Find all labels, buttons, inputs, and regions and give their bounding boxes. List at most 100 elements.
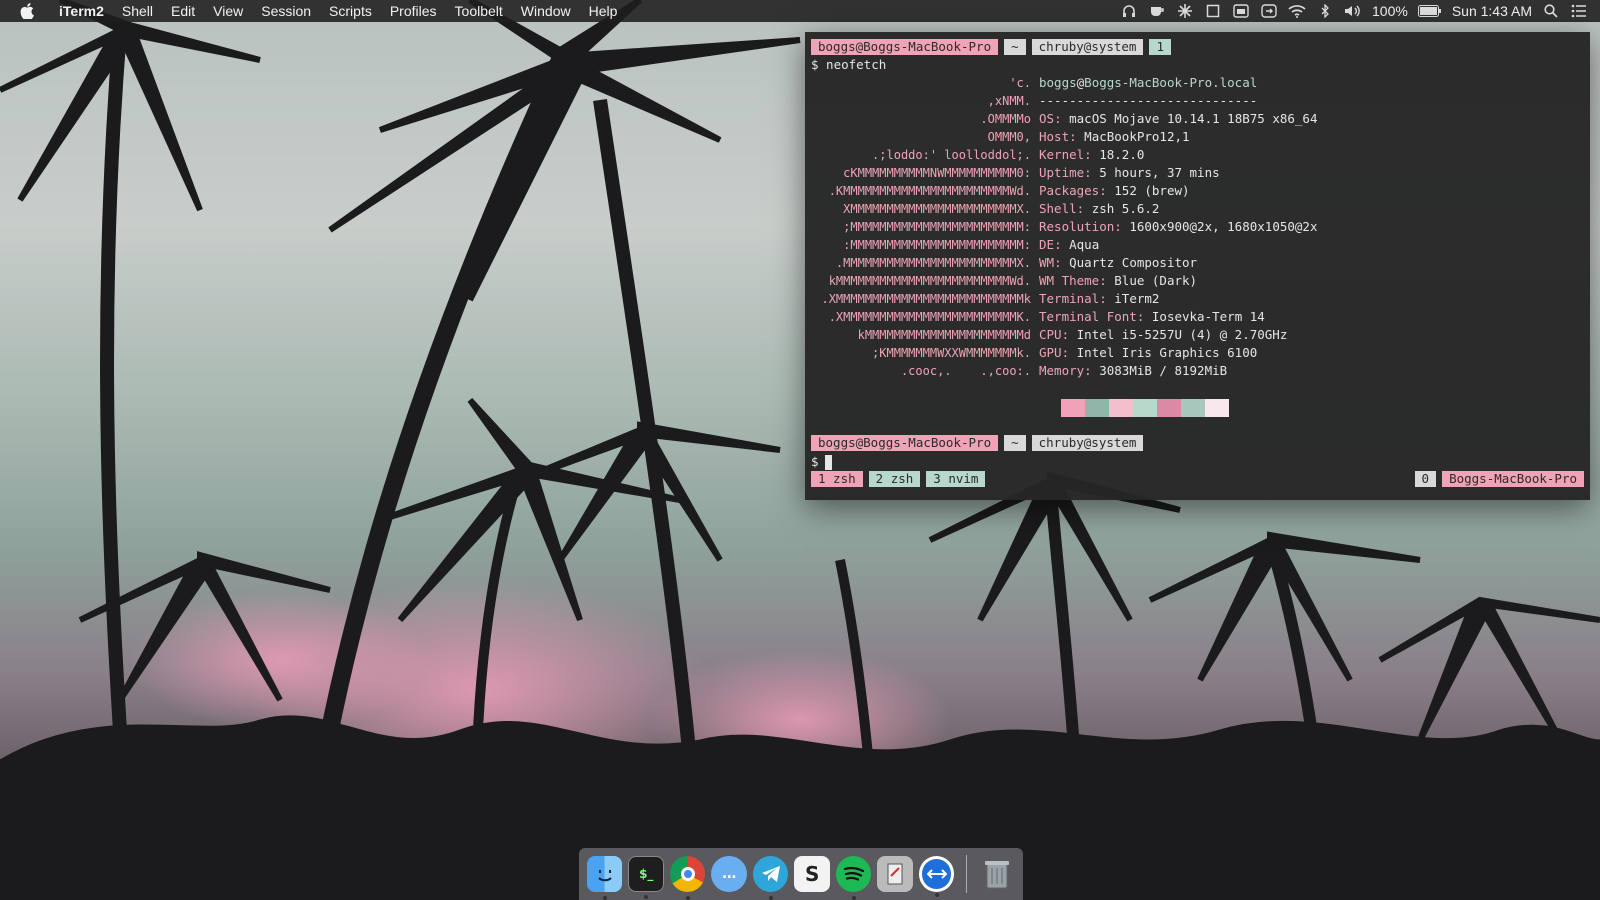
text-cursor	[824, 455, 832, 470]
apple-menu-icon[interactable]	[18, 0, 36, 22]
prompt-ruby: chruby@system	[1031, 38, 1144, 55]
info-colon: :	[1099, 273, 1115, 288]
info-key: DE	[1039, 237, 1055, 252]
menu-window[interactable]: Window	[512, 0, 580, 22]
prompt-dir-2: ~	[1004, 434, 1026, 451]
menu-shell[interactable]: Shell	[113, 0, 162, 22]
script-editor-icon[interactable]	[877, 856, 913, 892]
bluetooth-icon[interactable]	[1316, 4, 1334, 18]
cup-icon[interactable]	[1148, 4, 1166, 18]
iterm-window[interactable]: boggs@Boggs-MacBook-Pro ~ chruby@system …	[805, 32, 1590, 500]
info-value: Intel Iris Graphics 6100	[1076, 345, 1258, 360]
tmux-window-2[interactable]: 2 zsh	[868, 471, 921, 487]
info-colon: :	[1084, 147, 1100, 162]
palette-swatch	[1061, 399, 1085, 417]
info-value: Quartz Compositor	[1069, 255, 1198, 270]
palette-swatch	[1205, 399, 1229, 417]
menubar-clock[interactable]: Sun 1:43 AM	[1452, 3, 1532, 19]
info-value: Blue (Dark)	[1114, 273, 1198, 288]
ascii-logo-line: OMMM0,	[987, 130, 1031, 144]
menu-scripts[interactable]: Scripts	[320, 0, 381, 22]
teamviewer-icon[interactable]	[918, 856, 955, 897]
info-row: WM Theme: Blue (Dark)	[1039, 272, 1317, 290]
info-row: Terminal Font: Iosevka-Term 14	[1039, 308, 1317, 326]
spotlight-icon[interactable]	[1542, 4, 1560, 18]
info-user: boggs	[1039, 75, 1077, 90]
menu-session[interactable]: Session	[252, 0, 320, 22]
trash-icon[interactable]	[979, 856, 1014, 892]
info-row: Memory: 3083MiB / 8192MiB	[1039, 362, 1317, 380]
calendar-icon[interactable]	[1232, 4, 1250, 18]
info-colon: :	[1114, 219, 1130, 234]
tmux-window-1[interactable]: 1 zsh	[811, 471, 863, 487]
info-value: 5 hours, 37 mins	[1099, 165, 1220, 180]
wifi-icon[interactable]	[1288, 4, 1306, 18]
info-key: WM	[1039, 255, 1055, 270]
command-line: $ neofetch	[811, 57, 887, 72]
notification-center-icon[interactable]	[1570, 4, 1588, 18]
sublime-icon[interactable]: S	[794, 856, 830, 892]
headphones-icon[interactable]	[1120, 4, 1138, 18]
snowflake-icon[interactable]	[1176, 4, 1194, 18]
info-row: OS: macOS Mojave 10.14.1 18B75 x86_64	[1039, 110, 1317, 128]
neofetch-output: 'c. ,xNMM. .OMMMMo OMMM0, .;loddo:' loollodd…	[811, 74, 1584, 417]
ascii-logo-line: kMMMMMMMMMMMMMMMMMMMMMMMMWd.	[828, 274, 1031, 288]
terminal-icon[interactable]: $_	[628, 856, 664, 899]
window-icon[interactable]	[1204, 4, 1222, 18]
info-key: Terminal Font	[1039, 309, 1137, 324]
info-key: CPU	[1039, 327, 1062, 342]
ascii-logo-line: cKMMMMMMMMMMNWMMMMMMMMMM0:	[843, 166, 1031, 180]
info-row: Host: MacBookPro12,1	[1039, 128, 1317, 146]
menu-edit[interactable]: Edit	[162, 0, 204, 22]
input-line[interactable]: $	[811, 453, 832, 470]
tmux-host: Boggs-MacBook-Pro	[1442, 471, 1584, 487]
info-hostname: Boggs-MacBook-Pro.local	[1084, 75, 1258, 90]
menu-app-name[interactable]: iTerm2	[50, 0, 113, 22]
menu-view[interactable]: View	[204, 0, 252, 22]
menu-bar: iTerm2 Shell Edit View Session Scripts P…	[0, 0, 1600, 22]
spotify-icon[interactable]	[835, 856, 872, 900]
info-key: Memory	[1039, 363, 1085, 378]
prompt-count: 1	[1149, 38, 1171, 55]
screen-share-icon[interactable]	[1260, 4, 1278, 18]
info-row: Resolution: 1600x900@2x, 1680x1050@2x	[1039, 218, 1317, 236]
info-colon: :	[1136, 309, 1152, 324]
ascii-logo-line: .KMMMMMMMMMMMMMMMMMMMMMMMWd.	[828, 184, 1031, 198]
palette-swatch	[1133, 399, 1157, 417]
info-value: 3083MiB / 8192MiB	[1099, 363, 1228, 378]
info-row: WM: Quartz Compositor	[1039, 254, 1317, 272]
ascii-logo-line: XMMMMMMMMMMMMMMMMMMMMMMMX.	[843, 202, 1031, 216]
palette-swatch	[1181, 399, 1205, 417]
info-value: macOS Mojave 10.14.1 18B75 x86_64	[1069, 111, 1318, 126]
chrome-icon[interactable]	[670, 856, 706, 900]
menu-profiles[interactable]: Profiles	[381, 0, 446, 22]
info-key: Resolution	[1039, 219, 1115, 234]
volume-icon[interactable]	[1344, 4, 1362, 18]
info-row: Packages: 152 (brew)	[1039, 182, 1317, 200]
ascii-logo-line: ,xNMM.	[987, 94, 1031, 108]
color-palette	[1061, 399, 1229, 417]
prompt-ruby-2: chruby@system	[1031, 434, 1144, 451]
info-colon: :	[1054, 237, 1070, 252]
tmux-session: 0	[1414, 471, 1437, 487]
info-key: Terminal	[1039, 291, 1100, 306]
menu-help[interactable]: Help	[580, 0, 627, 22]
telegram-icon[interactable]	[752, 856, 789, 900]
messenger-icon[interactable]: …	[711, 856, 747, 892]
info-separator: -----------------------------	[1039, 93, 1258, 108]
info-key: WM Theme	[1039, 273, 1100, 288]
tmux-window-3[interactable]: 3 nvim	[926, 471, 986, 487]
dock-separator	[966, 855, 968, 893]
info-row: Terminal: iTerm2	[1039, 290, 1317, 308]
ascii-logo-line: .XMMMMMMMMMMMMMMMMMMMMMMMMK.	[828, 310, 1031, 324]
prompt-host-2: boggs@Boggs-MacBook-Pro	[811, 434, 999, 451]
info-key: GPU	[1039, 345, 1062, 360]
info-colon: :	[1069, 129, 1085, 144]
info-value: iTerm2	[1114, 291, 1160, 306]
apple-ascii-logo: 'c. ,xNMM. .OMMMMo OMMM0, .;loddo:' loollodd…	[811, 74, 1031, 380]
tmux-status-bar: 1 zsh 2 zsh 3 nvim 0 Boggs-MacBook-Pro	[811, 470, 1584, 488]
info-value: Iosevka-Term 14	[1151, 309, 1265, 324]
battery-icon[interactable]	[1417, 4, 1442, 18]
finder-icon[interactable]	[587, 856, 623, 900]
menu-toolbelt[interactable]: Toolbelt	[446, 0, 512, 22]
